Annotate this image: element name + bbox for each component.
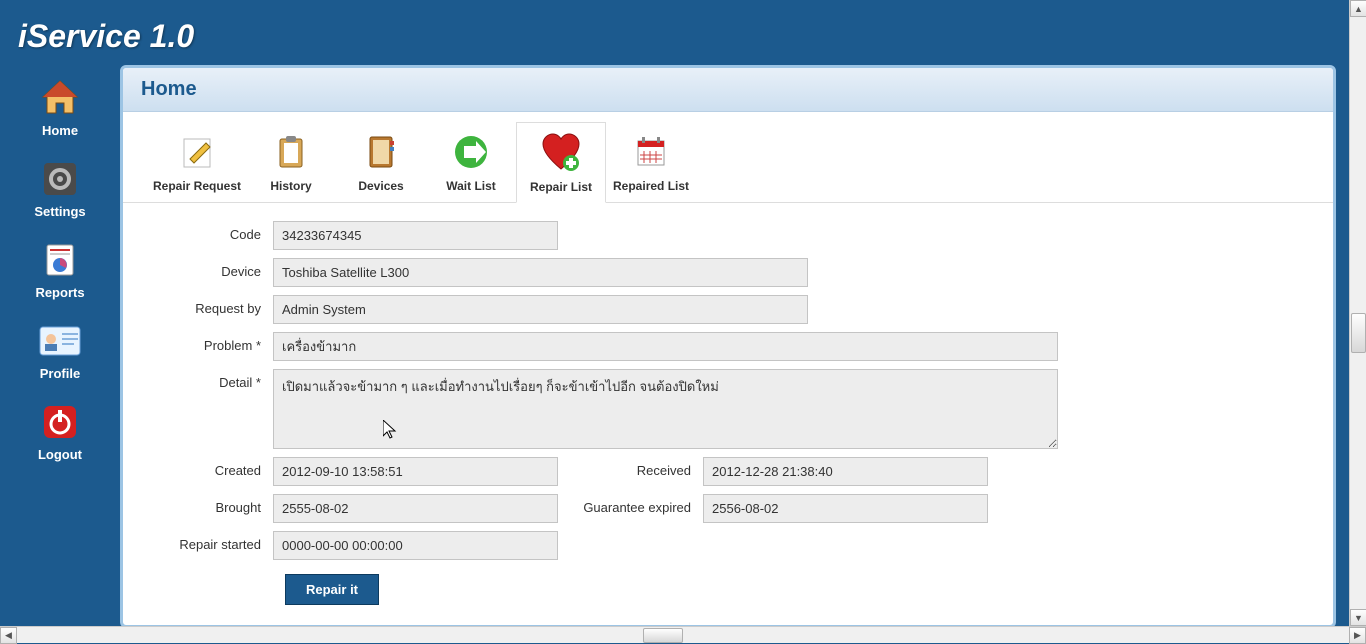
horizontal-scrollbar[interactable]: ◀ ▶ [0,626,1366,643]
scroll-track[interactable] [17,627,1349,644]
sidebar-label: Reports [35,285,84,300]
detail-field[interactable] [273,369,1058,449]
scroll-thumb[interactable] [1351,313,1366,353]
scroll-thumb[interactable] [643,628,683,643]
created-field[interactable] [273,457,558,486]
house-icon [37,75,83,121]
tab-label: Repair Request [153,179,241,193]
arrow-right-icon [448,129,494,175]
label-brought: Brought [143,494,273,523]
scroll-right-icon[interactable]: ▶ [1349,627,1366,644]
scroll-down-icon[interactable]: ▼ [1350,609,1366,626]
tab-label: Devices [358,179,403,193]
label-code: Code [143,221,273,250]
tab-devices[interactable]: Devices [336,122,426,202]
tab-label: Wait List [446,179,496,193]
tab-history[interactable]: History [246,122,336,202]
panel-title: Home [141,78,1315,101]
note-edit-icon [174,129,220,175]
heart-plus-icon [538,130,584,176]
received-field[interactable] [703,457,988,486]
scroll-left-icon[interactable]: ◀ [0,627,17,644]
clipboard-icon [268,129,314,175]
address-book-icon [358,129,404,175]
tab-repaired-list[interactable]: Repaired List [606,122,696,202]
panel-header: Home [123,68,1333,112]
sidebar-label: Settings [34,204,85,219]
brought-field[interactable] [273,494,558,523]
sidebar-item-reports[interactable]: Reports [35,237,84,300]
vertical-scrollbar[interactable]: ▲ ▼ [1349,0,1366,626]
request-by-field[interactable] [273,295,808,324]
tab-wait-list[interactable]: Wait List [426,122,516,202]
tab-label: Repair List [530,180,592,194]
sidebar-label: Home [42,123,78,138]
code-field[interactable] [273,221,558,250]
calendar-icon [628,129,674,175]
label-request-by: Request by [143,295,273,324]
power-icon [37,399,83,445]
sidebar-item-settings[interactable]: Settings [34,156,85,219]
label-received: Received [558,457,703,486]
problem-field[interactable] [273,332,1058,361]
main-panel: Home Repair Request History Devices [120,65,1336,628]
label-created: Created [143,457,273,486]
tab-label: History [270,179,311,193]
form-area: Code Device Request by Problem * Detail … [123,203,1333,625]
label-guarantee: Guarantee expired [558,494,703,523]
label-device: Device [143,258,273,287]
sidebar-item-logout[interactable]: Logout [37,399,83,462]
toolbar: Repair Request History Devices Wait List [123,112,1333,203]
sidebar-item-home[interactable]: Home [37,75,83,138]
device-field[interactable] [273,258,808,287]
label-problem: Problem * [143,332,273,361]
sidebar-item-profile[interactable]: Profile [37,318,83,381]
sidebar-label: Logout [38,447,82,462]
tab-repair-list[interactable]: Repair List [516,122,606,203]
sidebar-label: Profile [40,366,80,381]
scroll-track[interactable] [1350,17,1366,609]
label-detail: Detail * [143,369,273,449]
tab-repair-request[interactable]: Repair Request [148,122,246,202]
repair-started-field[interactable] [273,531,558,560]
id-card-icon [37,318,83,364]
report-icon [37,237,83,283]
label-repair-started: Repair started [143,531,273,560]
sidebar: Home Settings Reports Profile Logout [0,65,120,628]
tab-label: Repaired List [613,179,689,193]
guarantee-field[interactable] [703,494,988,523]
repair-it-button[interactable]: Repair it [285,574,379,605]
gear-icon [37,156,83,202]
app-title: iService 1.0 [0,0,1366,65]
scroll-up-icon[interactable]: ▲ [1350,0,1366,17]
